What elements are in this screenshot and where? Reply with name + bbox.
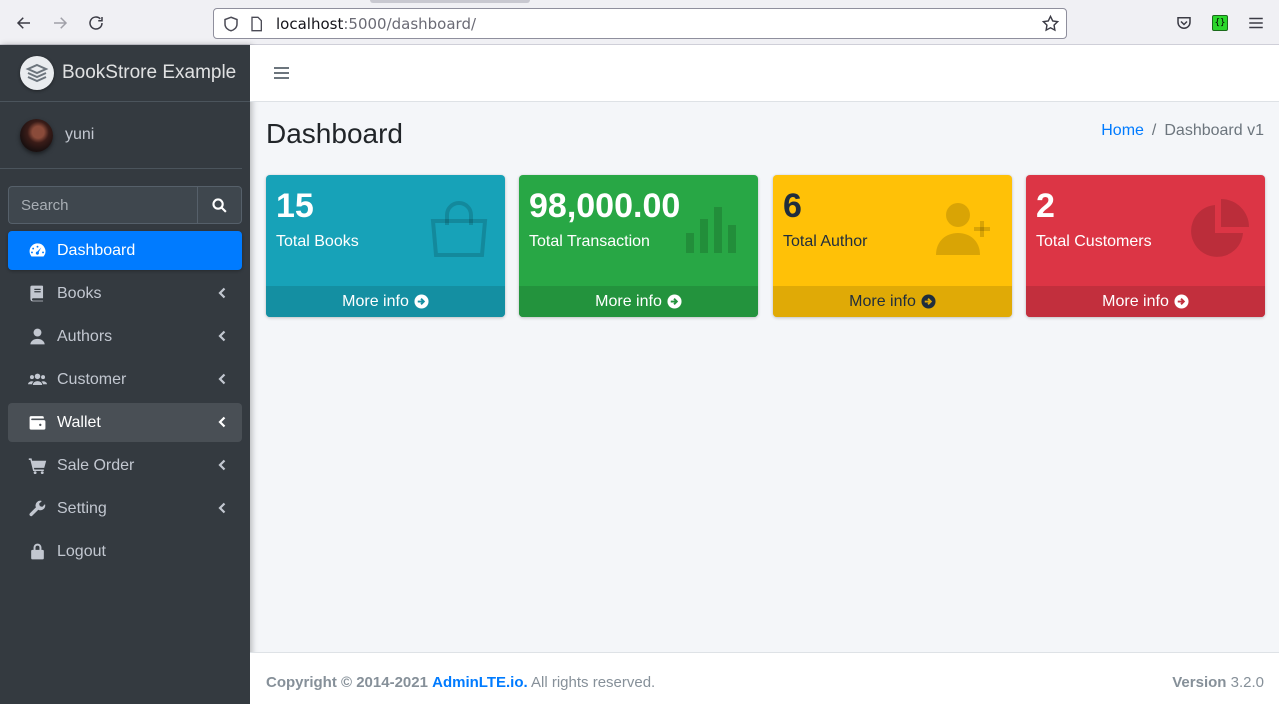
arrow-right-icon xyxy=(54,17,68,29)
tab-strip-edge xyxy=(370,0,530,3)
stat-box-customers: 2 Total Customers More info xyxy=(1026,175,1265,317)
sidebar-item-label: Customer xyxy=(57,370,127,388)
avatar xyxy=(20,118,53,152)
version-label: Version xyxy=(1172,674,1227,691)
sidebar-item-label: Wallet xyxy=(57,413,101,431)
breadcrumb-separator: / xyxy=(1151,122,1157,139)
bar-chart-icon xyxy=(686,207,736,253)
breadcrumb-current: Dashboard v1 xyxy=(1164,122,1264,139)
sidebar-item-label: Sale Order xyxy=(57,456,135,474)
user-panel[interactable]: yuni xyxy=(0,102,242,169)
sidebar-item-customer[interactable]: Customer xyxy=(8,360,242,399)
more-info-link[interactable]: More info xyxy=(266,286,505,317)
user-icon xyxy=(26,327,48,346)
sidebar-menu: Dashboard Books Authors Customer Wallet … xyxy=(8,231,242,575)
sidebar-item-wallet[interactable]: Wallet xyxy=(8,403,242,442)
brand-link[interactable]: BookStrore Example xyxy=(0,45,250,102)
pocket-icon xyxy=(1177,17,1191,29)
wrench-icon xyxy=(26,499,48,518)
search-input[interactable] xyxy=(8,186,197,224)
forward-button[interactable] xyxy=(49,12,71,34)
chevron-left-icon xyxy=(218,459,226,471)
chevron-left-icon xyxy=(218,373,226,385)
adminlte-link[interactable]: AdminLTE.io. xyxy=(432,674,528,691)
arrow-left-icon xyxy=(16,17,30,29)
cart-icon xyxy=(26,456,48,475)
sidebar-item-sale-order[interactable]: Sale Order xyxy=(8,446,242,485)
sidebar-item-label: Logout xyxy=(57,542,106,560)
arrow-circle-right-icon xyxy=(414,294,429,309)
chevron-left-icon xyxy=(218,330,226,342)
wallet-icon xyxy=(26,413,48,432)
search-button[interactable] xyxy=(197,186,242,224)
back-button[interactable] xyxy=(13,12,35,34)
sidebar-item-label: Books xyxy=(57,284,102,302)
shield-icon[interactable] xyxy=(222,15,240,33)
sidebar-item-label: Authors xyxy=(57,327,113,345)
chevron-left-icon xyxy=(218,502,226,514)
copyright: Copyright © 2014-2021 AdminLTE.io. All r… xyxy=(266,674,655,691)
version-info: Version 3.2.0 xyxy=(1172,674,1264,691)
sidebar-item-dashboard[interactable]: Dashboard xyxy=(8,231,242,270)
star-icon[interactable] xyxy=(1041,14,1060,33)
more-info-link[interactable]: More info xyxy=(519,286,758,317)
more-info-label: More info xyxy=(595,292,662,310)
book-icon xyxy=(26,284,48,303)
version-number: 3.2.0 xyxy=(1230,674,1264,691)
brand-logo-icon xyxy=(20,56,54,90)
extension-button[interactable]: {} xyxy=(1210,13,1230,33)
reload-icon xyxy=(89,16,103,30)
stat-box-transaction: 98,000.00 Total Transaction More info xyxy=(519,175,758,317)
page-icon[interactable] xyxy=(248,16,264,32)
arrow-circle-right-icon xyxy=(1174,294,1189,309)
url-text[interactable]: localhost:5000/dashboard/ xyxy=(276,15,476,33)
url-path: :5000/dashboard/ xyxy=(343,14,477,33)
browser-toolbar: localhost:5000/dashboard/ {} xyxy=(0,0,1279,45)
extension-icon: {} xyxy=(1212,15,1228,31)
sidebar-item-books[interactable]: Books xyxy=(8,274,242,313)
chevron-left-icon xyxy=(218,416,226,428)
search-icon xyxy=(212,197,227,213)
users-icon xyxy=(26,370,48,389)
pocket-button[interactable] xyxy=(1174,13,1194,33)
copyright-text: Copyright © 2014-2021 xyxy=(266,674,428,691)
sidebar-item-logout[interactable]: Logout xyxy=(8,532,242,571)
more-info-link[interactable]: More info xyxy=(1026,286,1265,317)
more-info-label: More info xyxy=(342,292,409,310)
sidebar: BookStrore Example yuni Dashboard Books xyxy=(0,45,250,704)
more-info-link[interactable]: More info xyxy=(773,286,1012,317)
shopping-bag-icon xyxy=(430,201,488,257)
sidebar-item-authors[interactable]: Authors xyxy=(8,317,242,356)
url-host: localhost xyxy=(276,14,344,33)
main-footer: Copyright © 2014-2021 AdminLTE.io. All r… xyxy=(250,652,1279,704)
app-menu-button[interactable] xyxy=(1246,13,1266,33)
menu-icon xyxy=(1249,17,1263,29)
arrow-circle-right-icon xyxy=(667,294,682,309)
tachometer-icon xyxy=(26,241,48,260)
sidebar-search xyxy=(8,186,242,224)
sidebar-item-label: Dashboard xyxy=(57,241,136,259)
more-info-label: More info xyxy=(1102,292,1169,310)
top-navbar xyxy=(250,45,1279,102)
breadcrumb: Home / Dashboard v1 xyxy=(1101,122,1264,140)
reload-button[interactable] xyxy=(85,12,107,34)
brand-text: BookStrore Example xyxy=(62,62,237,83)
user-plus-icon xyxy=(936,203,990,255)
hamburger-icon[interactable] xyxy=(274,65,289,81)
stat-box-author: 6 Total Author More info xyxy=(773,175,1012,317)
page-title: Dashboard xyxy=(266,118,403,149)
lock-icon xyxy=(26,542,48,561)
address-bar[interactable]: localhost:5000/dashboard/ xyxy=(213,8,1067,39)
user-name[interactable]: yuni xyxy=(65,126,94,144)
sidebar-item-label: Setting xyxy=(57,499,107,517)
chevron-left-icon xyxy=(218,287,226,299)
more-info-label: More info xyxy=(849,292,916,310)
arrow-circle-right-icon xyxy=(921,294,936,309)
breadcrumb-home-link[interactable]: Home xyxy=(1101,122,1144,140)
sidebar-item-setting[interactable]: Setting xyxy=(8,489,242,528)
stat-box-books: 15 Total Books More info xyxy=(266,175,505,317)
rights-text: All rights reserved. xyxy=(531,674,656,691)
pie-chart-icon xyxy=(1191,199,1249,257)
